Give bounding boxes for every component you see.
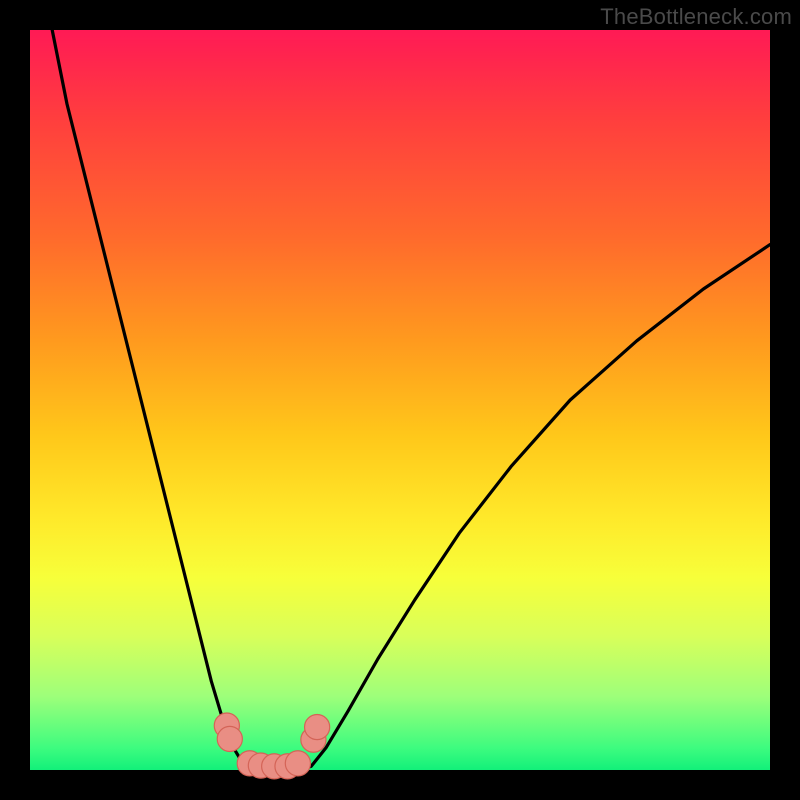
markers-group <box>214 713 329 779</box>
marker-point <box>305 715 330 740</box>
marker-point <box>285 751 310 776</box>
plot-area <box>30 30 770 770</box>
curve-svg <box>30 30 770 770</box>
marker-point <box>217 726 242 751</box>
watermark-text: TheBottleneck.com <box>600 4 792 30</box>
chart-frame: TheBottleneck.com <box>0 0 800 800</box>
curve-layer <box>52 30 770 770</box>
bottleneck-curve <box>52 30 770 770</box>
